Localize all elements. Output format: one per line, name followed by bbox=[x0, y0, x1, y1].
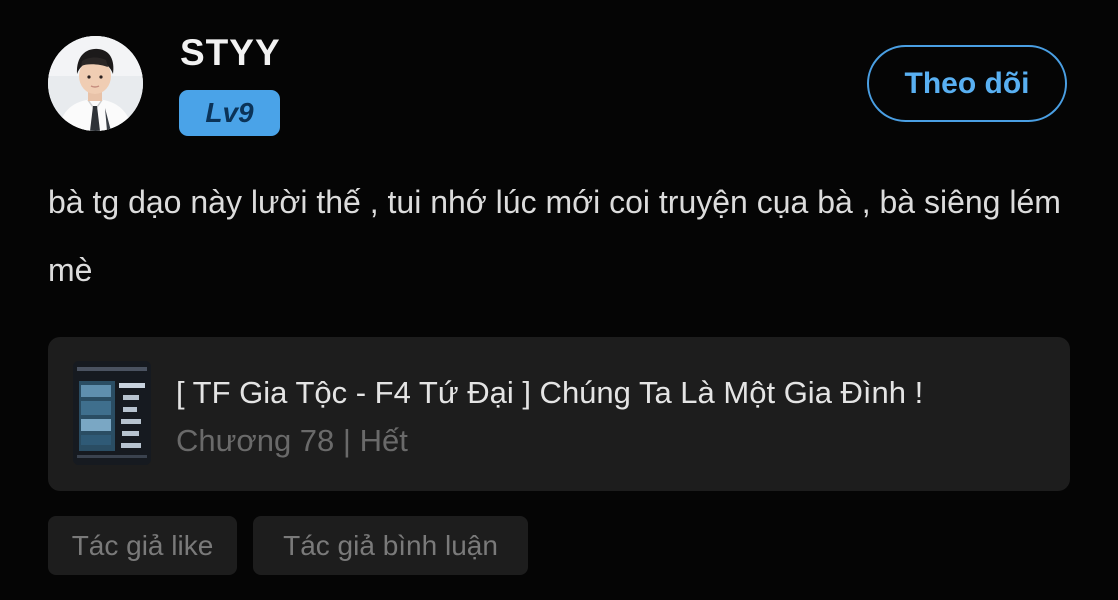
comment-item: STYY Lv9 Theo dõi bà tg dạo này lười thế… bbox=[0, 0, 1118, 600]
level-badge: Lv9 bbox=[179, 90, 280, 136]
story-card[interactable]: [ TF Gia Tộc - F4 Tứ Đại ] Chúng Ta Là M… bbox=[48, 337, 1070, 491]
comment-text: bà tg dạo này lười thế , tui nhớ lúc mới… bbox=[48, 184, 1061, 288]
story-cover-thumbnail[interactable] bbox=[73, 361, 151, 465]
author-commented-tag: Tác giả bình luận bbox=[253, 516, 528, 575]
story-title[interactable]: [ TF Gia Tộc - F4 Tứ Đại ] Chúng Ta Là M… bbox=[176, 375, 1056, 411]
author-liked-tag: Tác giả like bbox=[48, 516, 237, 575]
username[interactable]: STYY bbox=[180, 32, 281, 74]
avatar-photo-icon bbox=[48, 36, 143, 131]
story-chapter-status: Chương 78 | Hết bbox=[176, 423, 408, 458]
follow-button[interactable]: Theo dõi bbox=[867, 45, 1067, 122]
user-avatar[interactable] bbox=[48, 36, 143, 131]
book-cover-icon bbox=[73, 361, 151, 465]
